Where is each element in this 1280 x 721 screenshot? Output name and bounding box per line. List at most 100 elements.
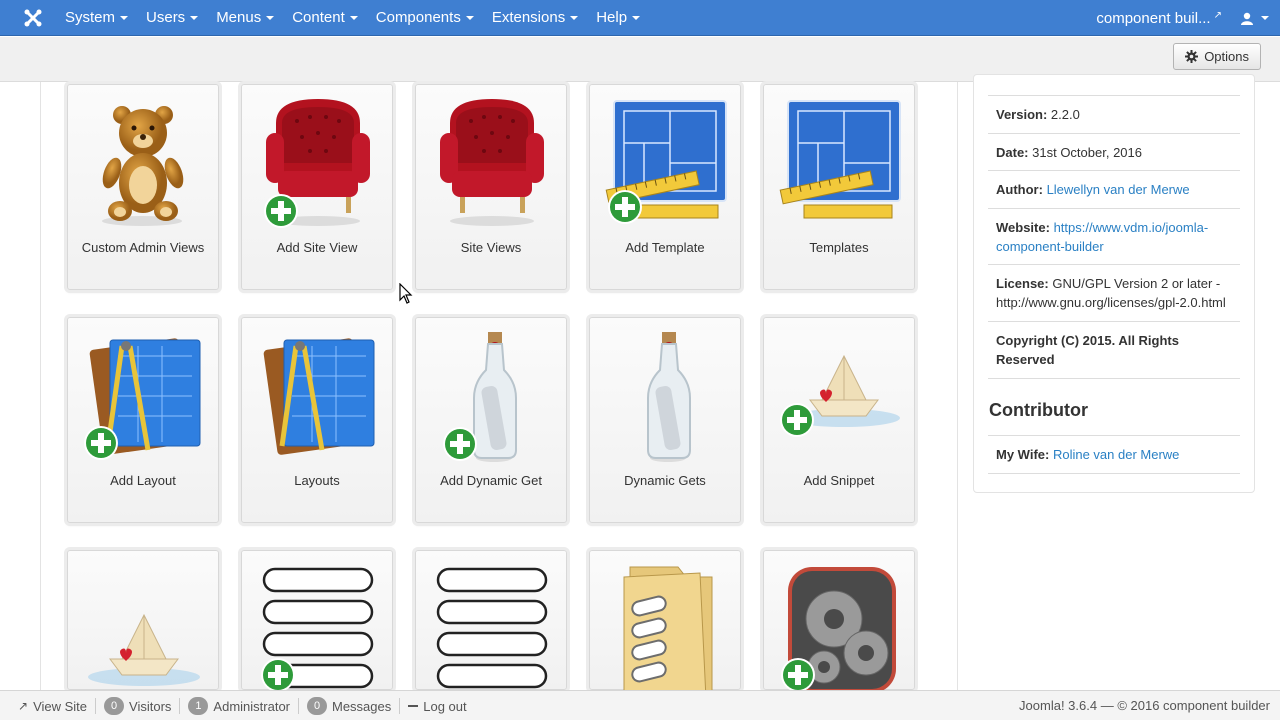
contributor-heading: Contributor (989, 400, 1088, 420)
tile-label: Add Template (625, 240, 705, 255)
add-plus-icon (261, 658, 295, 692)
caret-down-icon (190, 16, 199, 21)
license-url: http://www.gnu.org/licenses/gpl-2.0.html (996, 295, 1226, 310)
view-site-label: View Site (33, 698, 88, 714)
top-navbar: System Users Menus Content Components Ex… (0, 0, 1280, 36)
tile-add-field-types[interactable] (241, 550, 393, 692)
contributor-label: My Wife: (996, 447, 1050, 462)
menu-label: System (65, 9, 116, 26)
tile-label: Add Layout (110, 473, 176, 488)
tile-add-layout[interactable]: Add Layout (67, 317, 219, 523)
contributor-link[interactable]: Roline van der Merwe (1053, 447, 1179, 462)
main-menu: System Users Menus Content Components Ex… (56, 0, 649, 36)
tile-add-dynamic-get[interactable]: Add Dynamic Get (415, 317, 567, 523)
site-link[interactable]: component buil... ↗ (1088, 10, 1230, 27)
tile-field-types[interactable] (415, 550, 567, 690)
messages-status[interactable]: 0 Messages (299, 697, 401, 715)
caret-down-icon (570, 16, 579, 21)
tile-label: Add Dynamic Get (440, 473, 542, 488)
list-fields-icon (436, 567, 548, 689)
menu-components[interactable]: Components (367, 0, 483, 36)
tile-add-site-view[interactable]: Add Site View (241, 84, 393, 290)
message-bottle-icon (647, 332, 691, 462)
tile-site-views[interactable]: Site Views (415, 84, 567, 290)
add-plus-icon (264, 194, 298, 228)
version-label: Version: (996, 107, 1048, 122)
tile-settings[interactable] (763, 550, 915, 693)
tile-dynamic-gets[interactable]: Dynamic Gets (589, 317, 741, 523)
copyright-text-continued: Reserved (996, 352, 1055, 367)
info-author: Author: Llewellyn van der Merwe (988, 170, 1240, 208)
add-plus-icon (84, 426, 118, 460)
info-date: Date: 31st October, 2016 (988, 133, 1240, 171)
license-label: License: (996, 276, 1049, 291)
menu-help[interactable]: Help (587, 0, 649, 36)
author-link[interactable]: Llewellyn van der Merwe (1047, 182, 1190, 197)
menu-system[interactable]: System (56, 0, 137, 36)
info-license: License: GNU/GPL Version 2 or later - ht… (988, 264, 1240, 321)
messages-count-badge: 0 (307, 697, 327, 715)
menu-label: Content (292, 9, 345, 26)
administrators-label: Administrator (213, 698, 290, 714)
user-menu-button[interactable] (1230, 0, 1280, 36)
menu-menus[interactable]: Menus (207, 0, 283, 36)
joomla-logo-icon[interactable] (22, 7, 44, 29)
tile-custom-admin-views[interactable]: Custom Admin Views (67, 84, 219, 290)
tile-label: Custom Admin Views (81, 240, 205, 255)
tile-add-snippet[interactable]: Add Snippet (763, 317, 915, 523)
tile-label: Add Snippet (803, 473, 875, 488)
tile-label: Templates (809, 240, 869, 255)
content-divider (40, 82, 41, 690)
caret-down-icon (120, 16, 129, 21)
options-button[interactable]: Options (1173, 43, 1261, 70)
paper-boat-icon (788, 354, 900, 427)
menu-extensions[interactable]: Extensions (483, 0, 587, 36)
footer-copyright: Joomla! 3.6.4 — © 2016 component builder (1019, 698, 1270, 713)
caret-down-icon (1261, 16, 1269, 20)
license-value: GNU/GPL Version 2 or later - (1052, 276, 1221, 291)
menu-label: Menus (216, 9, 262, 26)
add-plus-icon (780, 403, 814, 437)
drafting-book-icon (263, 338, 375, 455)
tile-add-template[interactable]: Add Template (589, 84, 741, 290)
add-plus-icon (443, 427, 477, 461)
menu-label: Components (375, 9, 461, 26)
view-site-link[interactable]: ↗ View Site (10, 698, 97, 714)
website-label: Website: (996, 220, 1050, 235)
visitors-status[interactable]: 0 Visitors (96, 697, 181, 715)
menu-label: Extensions (491, 9, 566, 26)
add-plus-icon (781, 658, 815, 692)
logout-link[interactable]: Log out (400, 698, 474, 714)
date-value: 31st October, 2016 (1032, 145, 1142, 160)
tile-folder[interactable] (589, 550, 741, 699)
status-bar: ↗ View Site 0 Visitors 1 Administrator 0… (0, 690, 1280, 720)
gear-icon (1185, 50, 1199, 63)
menu-content[interactable]: Content (283, 0, 367, 36)
tile-templates[interactable]: Templates (763, 84, 915, 290)
paper-boat-icon (88, 613, 200, 686)
caret-down-icon (465, 16, 474, 21)
tile-layouts[interactable]: Layouts (241, 317, 393, 523)
website-link[interactable]: https://www.vdm.io/joomla- (1054, 220, 1209, 235)
mouse-pointer-icon (399, 283, 413, 304)
info-copyright: Copyright (C) 2015. All Rights Reserved (988, 321, 1240, 379)
version-value: 2.2.0 (1050, 107, 1080, 122)
messages-label: Messages (332, 698, 392, 714)
visitors-label: Visitors (129, 698, 172, 714)
menu-label: Users (146, 9, 186, 26)
tile-label: Layouts (294, 473, 340, 488)
website-link-continued[interactable]: component-builder (996, 239, 1104, 254)
tile-label: Add Site View (276, 240, 358, 255)
external-link-icon: ↗ (18, 699, 29, 713)
logout-label: Log out (423, 698, 467, 714)
armchair-icon (440, 99, 544, 226)
menu-label: Help (596, 9, 628, 26)
tile-snippets[interactable] (67, 550, 219, 690)
author-label: Author: (996, 182, 1043, 197)
info-website: Website: https://www.vdm.io/joomla- comp… (988, 208, 1240, 265)
administrators-status[interactable]: 1 Administrator (180, 697, 299, 715)
tile-label: Site Views (460, 240, 522, 255)
caret-down-icon (349, 16, 358, 21)
copyright-text: Copyright (C) 2015. All Rights (996, 333, 1179, 348)
menu-users[interactable]: Users (137, 0, 207, 36)
